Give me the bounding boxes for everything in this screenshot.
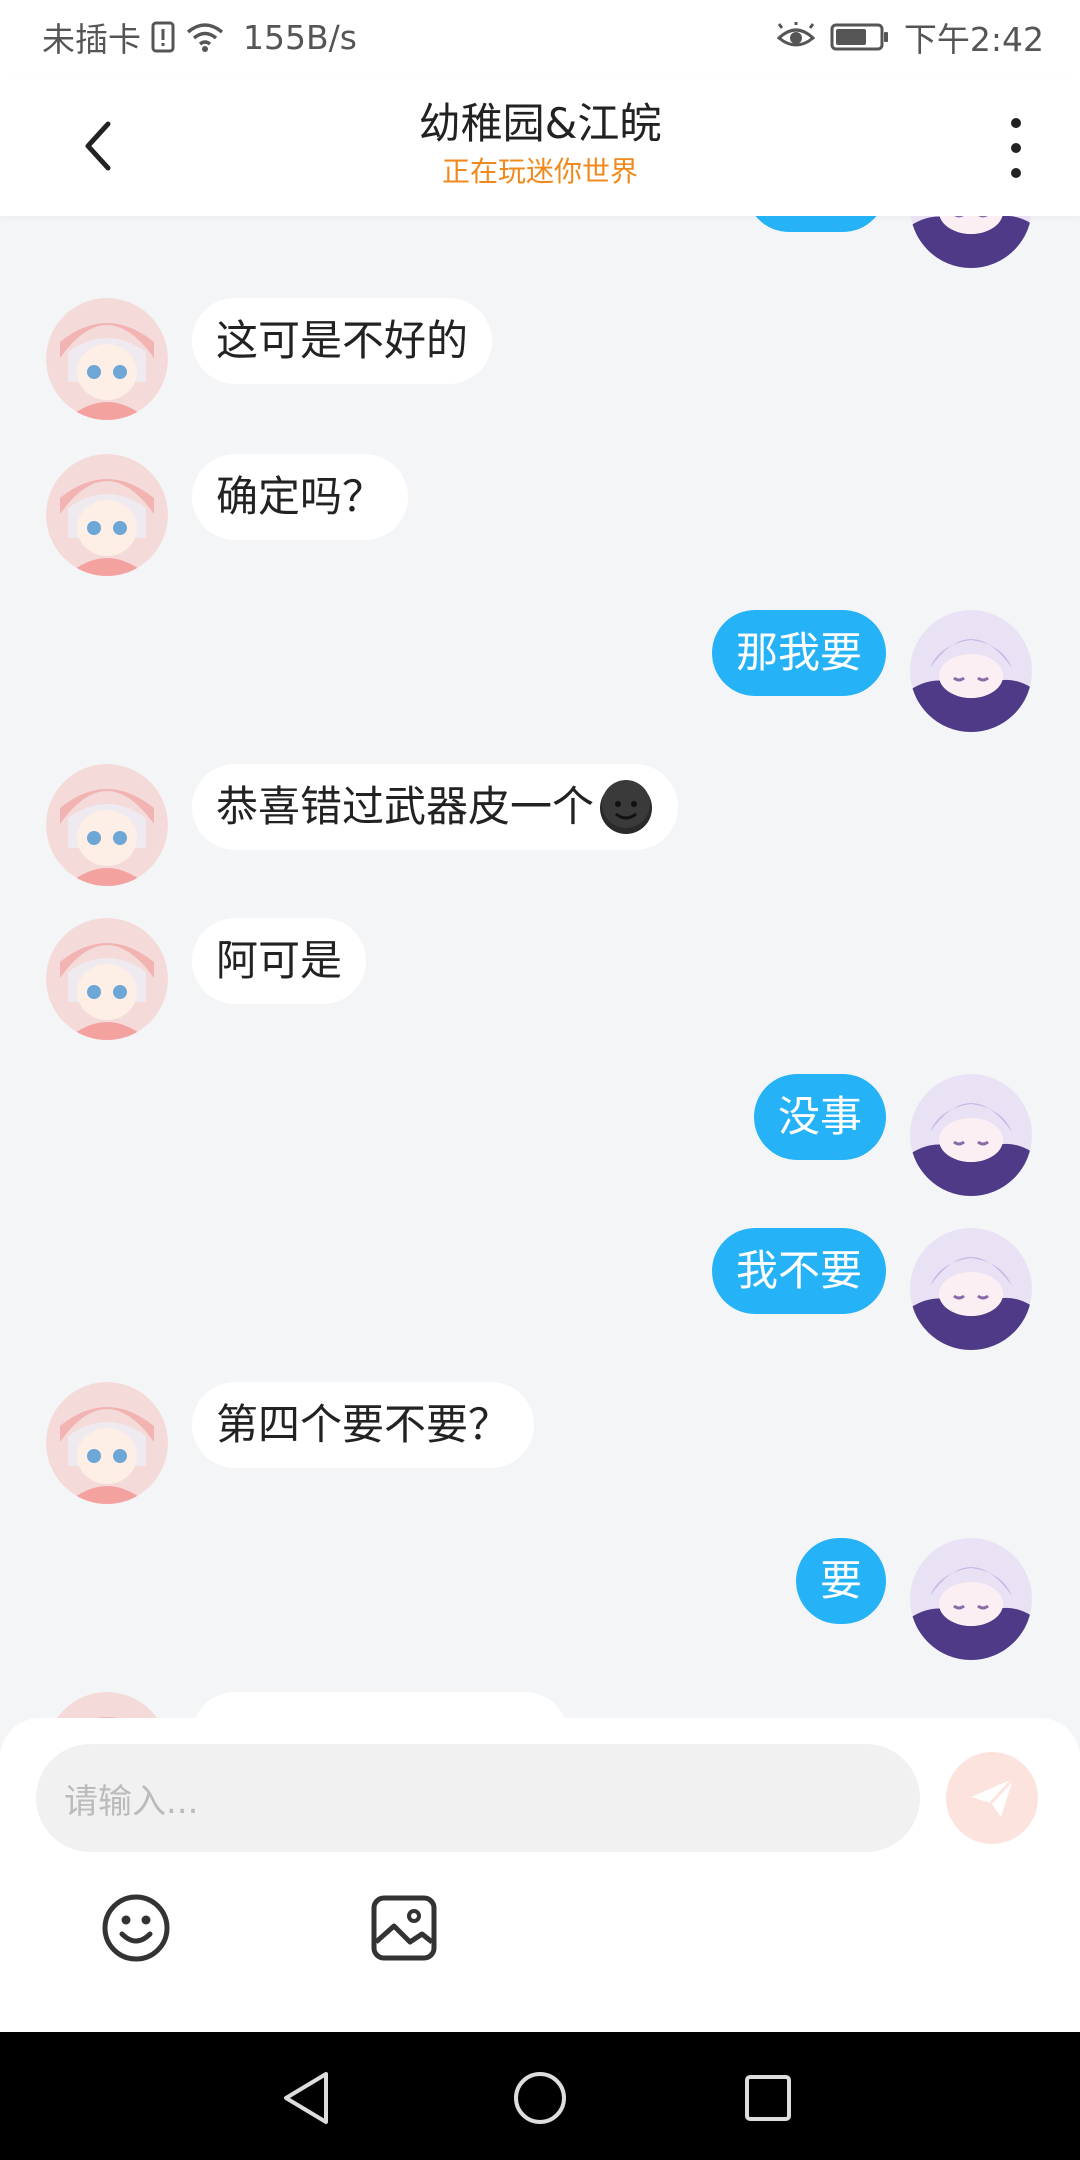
message-input[interactable]: 请输入... (36, 1744, 920, 1852)
nav-home-button[interactable] (504, 2062, 576, 2134)
message-text: 我不要 (735, 1246, 862, 1295)
system-nav-bar (0, 2032, 1080, 2160)
avatar-self[interactable] (910, 216, 1032, 268)
chat-title: 幼稚园&江皖 (418, 99, 662, 148)
message-bubble[interactable]: 那我要 (711, 610, 886, 696)
network-speed: 155B/s (243, 17, 357, 57)
avatar-contact[interactable] (46, 454, 168, 576)
image-icon (371, 1895, 437, 1961)
back-triangle-icon (284, 2072, 328, 2124)
message-bubble[interactable]: 阿可是 (192, 918, 367, 1004)
message-item-partial (46, 1692, 568, 1718)
avatar-contact[interactable] (46, 764, 168, 886)
battery-icon (830, 22, 890, 52)
dark-smiley-emoji-icon (598, 779, 654, 835)
message-item: 阿可是 (46, 918, 367, 1040)
message-text: 确定吗？ (216, 472, 385, 521)
message-bubble[interactable] (192, 1692, 568, 1718)
composer: 请输入... (0, 1718, 1080, 2032)
message-item: 这可是不好的 (46, 298, 493, 420)
message-text: 要 (819, 1556, 862, 1605)
avatar-contact[interactable] (46, 918, 168, 1040)
recents-square-icon (745, 2075, 791, 2121)
message-item-partial (746, 216, 1032, 268)
message-bubble[interactable]: 没事 (753, 1074, 886, 1160)
avatar-contact[interactable] (46, 298, 168, 420)
avatar-contact[interactable] (46, 1692, 168, 1718)
message-item: 第四个要不要？ (46, 1382, 535, 1504)
message-item: 没事 (753, 1074, 1032, 1196)
message-text: 恭喜错过武器皮一个 (216, 782, 595, 831)
carrier-text: 未插卡 (42, 20, 141, 59)
eye-icon (776, 22, 816, 52)
message-bubble[interactable]: 要 (795, 1538, 886, 1624)
message-text: 没事 (777, 1092, 862, 1141)
chat-status-subtitle: 正在玩迷你世界 (441, 155, 638, 188)
message-bubble[interactable]: 恭喜错过武器皮一个 (192, 764, 679, 850)
nav-recents-button[interactable] (732, 2062, 804, 2134)
message-text: 这可是不好的 (216, 316, 469, 365)
message-item: 那我要 (711, 610, 1032, 732)
status-left: 未插卡 155B/s (42, 13, 357, 61)
avatar-contact[interactable] (46, 1382, 168, 1504)
more-options-button[interactable] (996, 110, 1036, 186)
send-button[interactable] (946, 1752, 1038, 1844)
message-bubble[interactable]: 这可是不好的 (192, 298, 493, 384)
message-bubble[interactable] (746, 216, 886, 232)
avatar-self[interactable] (910, 1538, 1032, 1660)
status-bar: 未插卡 155B/s 下午2:42 (0, 0, 1080, 74)
wifi-icon (185, 21, 225, 53)
message-text: 第四个要不要？ (216, 1400, 511, 1449)
emoji-button[interactable] (96, 1888, 176, 1968)
image-button[interactable] (364, 1888, 444, 1968)
title-group: 幼稚园&江皖 正在玩迷你世界 (0, 96, 1080, 192)
message-bubble[interactable]: 确定吗？ (192, 454, 409, 540)
message-bubble[interactable]: 第四个要不要？ (192, 1382, 535, 1468)
message-bubble[interactable]: 我不要 (711, 1228, 886, 1314)
status-right: 下午2:42 (776, 13, 1044, 61)
message-item: 我不要 (711, 1228, 1032, 1350)
message-item: 恭喜错过武器皮一个 (46, 764, 679, 886)
message-text: 阿可是 (216, 936, 343, 985)
message-list[interactable]: 这可是不好的 确定吗？ 那我要 恭喜错过武器皮一个 阿可是 没事 我不要 第四个… (0, 216, 1080, 1718)
clock-text: 下午2:42 (903, 20, 1044, 59)
more-vertical-icon (1011, 118, 1021, 128)
avatar-self[interactable] (910, 1228, 1032, 1350)
sim-alert-icon (151, 21, 175, 53)
home-circle-icon (514, 2072, 566, 2124)
avatar-self[interactable] (910, 1074, 1032, 1196)
chat-header: 幼稚园&江皖 正在玩迷你世界 (0, 74, 1080, 216)
avatar-self[interactable] (910, 610, 1032, 732)
nav-back-button[interactable] (270, 2062, 342, 2134)
input-placeholder: 请输入... (64, 1781, 199, 1822)
send-icon (971, 1777, 1015, 1817)
emoji-icon (102, 1894, 170, 1962)
message-text: 那我要 (735, 628, 862, 677)
message-item: 确定吗？ (46, 454, 409, 576)
message-item: 要 (795, 1538, 1032, 1660)
